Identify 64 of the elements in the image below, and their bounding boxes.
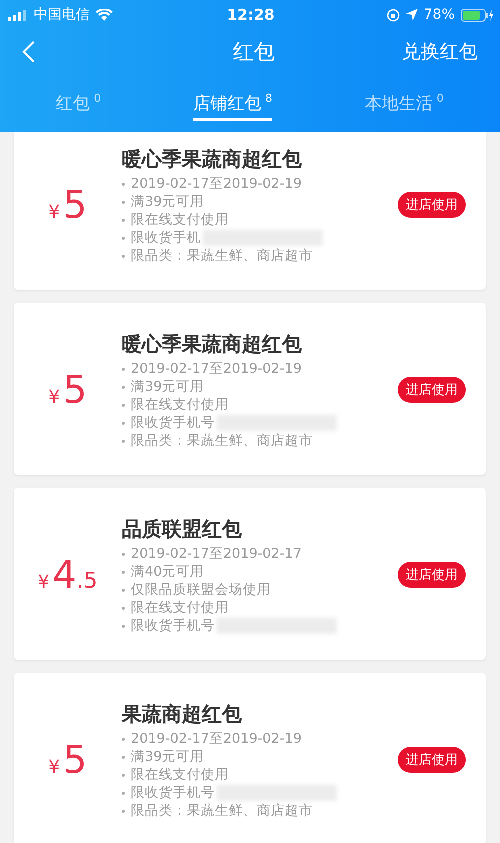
coupon-condition: 限品类：果蔬生鲜、商店超市 [131, 432, 313, 450]
signal-icon [8, 10, 28, 20]
coupon-condition: 限在线支付使用 [131, 211, 229, 229]
bullet-icon [122, 552, 125, 556]
bullet-icon [122, 386, 125, 388]
bullet-icon [122, 368, 125, 370]
bullet-icon [122, 810, 125, 812]
coupon-condition: 满39元可用 [131, 748, 204, 766]
bullet-icon [122, 792, 125, 794]
tab[interactable]: 本地生活 0 [364, 86, 444, 120]
coupon-condition: 满39元可用 [131, 193, 204, 211]
bullet-icon [122, 738, 125, 740]
clock-time: 12:28 [227, 6, 275, 24]
carrier-name: 中国电信 [34, 6, 90, 24]
use-in-store-button[interactable]: 进店使用 [398, 747, 466, 773]
coupon-condition: 限收货手机 [131, 229, 201, 247]
bullet-icon [122, 756, 125, 758]
coupon-title: 品质联盟红包 [122, 516, 243, 543]
use-in-store-button[interactable]: 进店使用 [398, 192, 466, 218]
coupon-amount: ¥5 [48, 738, 88, 782]
use-in-store-button[interactable]: 进店使用 [398, 562, 466, 588]
bullet-icon [122, 588, 125, 592]
page-title: 红包 [233, 39, 275, 66]
coupon-condition: 限在线支付使用 [131, 766, 229, 784]
coupon-condition: 限收货手机号 [131, 617, 215, 635]
use-in-store-button[interactable]: 进店使用 [398, 377, 466, 403]
coupon-condition: 限收货手机号 [131, 414, 215, 432]
coupon-title: 暖心季果蔬商超红包 [122, 146, 303, 173]
bullet-icon [122, 182, 125, 186]
redeem-link[interactable]: 兑换红包 [402, 39, 478, 65]
wifi-icon [96, 9, 113, 21]
bullet-icon [122, 774, 125, 776]
battery-percent: 78% [424, 7, 455, 23]
bullet-icon [122, 200, 125, 204]
coupon-title: 暖心季果蔬商超红包 [122, 331, 303, 358]
coupon-condition: 限品类：果蔬生鲜、商店超市 [131, 802, 313, 820]
coupon-condition: 2019-02-17至2019-02-19 [131, 730, 302, 748]
tab[interactable]: 店铺红包 8 [193, 86, 272, 120]
coupon-condition: 限品类：果蔬生鲜、商店超市 [131, 247, 313, 265]
coupon-condition: 2019-02-17至2019-02-19 [131, 175, 302, 193]
battery-charging-icon [461, 8, 494, 22]
coupon-amount: ¥5 [48, 368, 88, 412]
bullet-icon [122, 624, 125, 628]
coupon-title: 果蔬商超红包 [122, 701, 243, 728]
bullet-icon [122, 404, 125, 406]
coupon-condition: 2019-02-17至2019-02-17 [131, 545, 302, 563]
coupon-condition: 限在线支付使用 [131, 599, 229, 617]
bullet-icon [122, 236, 125, 240]
coupon-condition: 满39元可用 [131, 378, 204, 396]
coupon-condition: 2019-02-17至2019-02-19 [131, 360, 302, 378]
coupon-condition: 满40元可用 [131, 563, 204, 581]
rotation-lock-icon [386, 8, 400, 22]
bullet-icon [122, 440, 125, 442]
bullet-icon [122, 254, 125, 258]
coupon-amount: ¥5 [48, 183, 88, 227]
location-arrow-icon [406, 9, 418, 21]
coupon-amount: ¥4.5 [38, 553, 98, 597]
coupon-condition: 限收货手机号 [131, 784, 215, 802]
bullet-icon [122, 606, 125, 610]
coupon-condition: 限在线支付使用 [131, 396, 229, 414]
bullet-icon [122, 422, 125, 424]
coupon-condition: 仅限品质联盟会场使用 [131, 581, 271, 599]
bullet-icon [122, 570, 125, 574]
bullet-icon [122, 218, 125, 222]
